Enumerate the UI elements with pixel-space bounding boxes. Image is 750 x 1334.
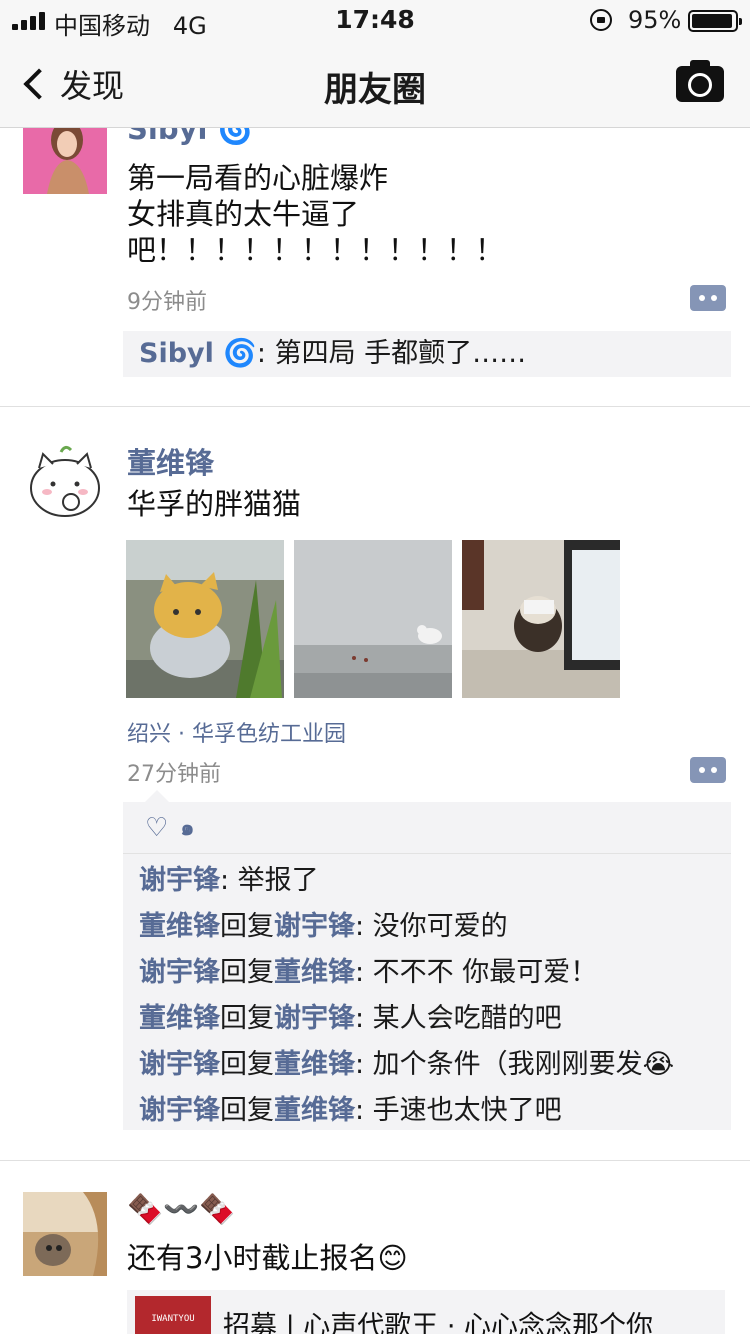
comment-box: Sibyl 🌀: 第四局 手都颤了…… — [123, 331, 731, 377]
orientation-lock-icon — [590, 9, 612, 31]
top-bar: 中国移动 4G 17:48 95% 发现 朋友圈 — [0, 0, 750, 128]
avatar[interactable] — [23, 1192, 107, 1276]
comment-text: : 举报了 — [220, 865, 319, 896]
like-count[interactable]: ๑ — [180, 810, 194, 845]
photo-thumbnail[interactable] — [126, 540, 284, 698]
reply-target[interactable]: 董维锋 — [274, 1095, 355, 1126]
post-author[interactable]: 🍫〰️🍫 — [127, 1192, 235, 1227]
battery-percent: 95% — [628, 6, 682, 34]
comment-text: : 手速也太快了吧 — [355, 1095, 562, 1126]
post-time: 27分钟前 — [127, 762, 221, 787]
photo-thumbnail[interactable] — [462, 540, 620, 698]
post-text: 第一局看的心脏爆炸 女排真的太牛逼了吧！！！！！！！！！！！！ — [127, 160, 712, 268]
post-text-line: 第一局看的心脏爆炸 — [127, 161, 389, 195]
comment-row[interactable]: 谢宇锋回复董维锋: 手速也太快了吧 — [123, 1088, 731, 1134]
shared-link-thumbnail-label: IWANTYOU — [151, 1314, 195, 1324]
post-time: 9分钟前 — [127, 290, 207, 315]
reply-target[interactable]: 谢宇锋 — [274, 911, 355, 942]
shared-link-title: 招募 | 心声代歌王 · 心心念念那个你 — [223, 1311, 654, 1334]
avatar[interactable] — [23, 440, 107, 524]
camera-icon[interactable] — [676, 60, 724, 102]
more-options-button[interactable] — [690, 757, 726, 783]
post-author[interactable]: 董维锋 — [127, 440, 214, 482]
comment-text: : 某人会吃醋的吧 — [355, 1003, 562, 1034]
heart-icon: ♡ — [145, 812, 169, 843]
battery-fill — [692, 14, 732, 28]
comment-row[interactable]: 董维锋回复谢宇锋: 没你可爱的 — [123, 904, 731, 950]
comment-author[interactable]: 谢宇锋 — [139, 1049, 220, 1080]
comment-author[interactable]: 董维锋 — [139, 1003, 220, 1034]
page-title: 朋友圈 — [324, 70, 426, 110]
reply-word: 回复 — [220, 1003, 274, 1034]
comment-row[interactable]: 谢宇锋: 举报了 — [123, 858, 731, 904]
comment-row[interactable]: 董维锋回复谢宇锋: 某人会吃醋的吧 — [123, 996, 731, 1042]
post-text-line: 女排真的太牛逼了吧！！！！！！！！！！！！ — [127, 197, 505, 267]
shared-link-thumbnail: IWANTYOU — [135, 1296, 211, 1334]
comment-author[interactable]: Sibyl 🌀 — [139, 338, 257, 369]
reply-word: 回复 — [220, 957, 274, 988]
comment-text: : 第四局 手都颤了…… — [256, 338, 527, 369]
reply-word: 回复 — [220, 1095, 274, 1126]
comment-row[interactable]: 谢宇锋回复董维锋: 不不不 你最可爱！ — [123, 950, 731, 996]
reply-word: 回复 — [220, 1049, 274, 1080]
shared-link-card[interactable]: IWANTYOU 招募 | 心声代歌王 · 心心念念那个你 — [127, 1290, 725, 1334]
reply-target[interactable]: 董维锋 — [274, 957, 355, 988]
likes-row: ♡ ๑ — [123, 802, 731, 854]
comment-list: 谢宇锋: 举报了 董维锋回复谢宇锋: 没你可爱的 谢宇锋回复董维锋: 不不不 你… — [123, 854, 731, 1134]
comment-box: ♡ ๑ 谢宇锋: 举报了 董维锋回复谢宇锋: 没你可爱的 谢宇锋回复董维锋: 不… — [123, 790, 731, 1130]
comment-author[interactable]: 谢宇锋 — [139, 865, 220, 896]
comment-text: : 加个条件（我刚刚要发😭 — [355, 1049, 675, 1080]
battery-icon — [688, 10, 742, 32]
post-divider — [0, 406, 750, 407]
status-bar: 中国移动 4G 17:48 95% — [0, 0, 750, 40]
comment-author[interactable]: 谢宇锋 — [139, 1095, 220, 1126]
comment-text: : 没你可爱的 — [355, 911, 508, 942]
reply-target[interactable]: 谢宇锋 — [274, 1003, 355, 1034]
reply-target[interactable]: 董维锋 — [274, 1049, 355, 1080]
comment-row[interactable]: Sibyl 🌀: 第四局 手都颤了…… — [123, 331, 731, 377]
comment-author[interactable]: 谢宇锋 — [139, 957, 220, 988]
post-location[interactable]: 绍兴 · 华孚色纺工业园 — [127, 716, 346, 748]
comment-author[interactable]: 董维锋 — [139, 911, 220, 942]
comment-text: : 不不不 你最可爱！ — [355, 957, 598, 988]
reply-word: 回复 — [220, 911, 274, 942]
post-text: 华孚的胖猫猫 — [127, 487, 302, 521]
post-text: 还有3小时截止报名😊 — [127, 1241, 408, 1275]
post-divider — [0, 1160, 750, 1161]
photo-thumbnail[interactable] — [294, 540, 452, 698]
more-options-button[interactable] — [690, 285, 726, 311]
comment-row[interactable]: 谢宇锋回复董维锋: 加个条件（我刚刚要发😭 — [123, 1042, 731, 1088]
